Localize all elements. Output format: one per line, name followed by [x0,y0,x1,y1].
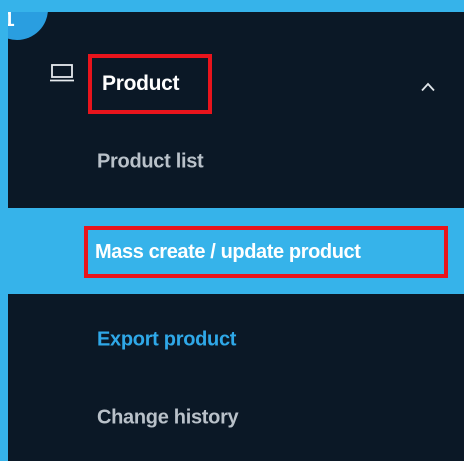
submenu-item-product-list[interactable]: Product list [8,118,464,206]
submenu-item-label: Product list [97,150,204,173]
submenu-item-mass-create-update[interactable]: Mass create / update product [8,208,464,294]
submenu-item-change-history[interactable]: Change history [8,374,464,461]
menu-header-product[interactable]: Product [8,28,464,118]
submenu-item-label: Mass create / update product [95,240,361,263]
sidebar-panel: .1 Product Product list Mass create / up… [8,12,464,461]
submenu-item-export-product[interactable]: Export product [8,296,464,384]
submenu-item-label: Export product [97,328,237,351]
monitor-icon [50,64,74,82]
menu-header-label: Product [102,72,180,95]
chevron-up-icon[interactable] [421,82,435,92]
submenu-item-label: Change history [97,406,239,429]
annotation-box-mass-create: Mass create / update product [84,226,448,278]
annotation-box-product: Product [88,54,212,114]
step-number-text: .1 [8,12,15,31]
